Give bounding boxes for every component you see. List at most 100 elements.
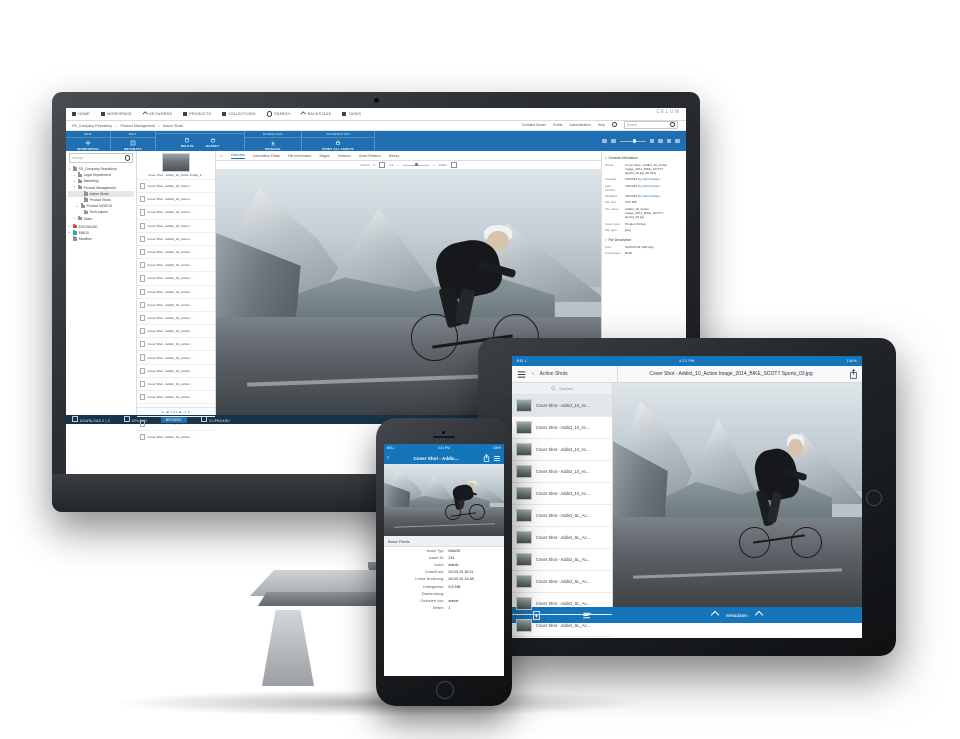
chevron-down-icon[interactable]: ▾ xyxy=(605,156,607,160)
chevron-up-icon[interactable] xyxy=(754,610,764,620)
user-name[interactable]: Christina Muner xyxy=(522,123,546,127)
list-item[interactable]: Cover Shot - Addict_SL_Action ... xyxy=(137,258,215,271)
asset-list-panel[interactable]: Cover Shot - Addict_10_Action Image_2...… xyxy=(137,151,216,440)
panel-right-icon[interactable] xyxy=(675,138,680,144)
administrator-link[interactable]: Administrator xyxy=(642,194,660,198)
chevron-left-icon[interactable]: ‹ xyxy=(532,371,534,377)
row-checkbox[interactable] xyxy=(140,354,146,361)
list-icon[interactable] xyxy=(517,370,526,379)
list-item[interactable]: Cover Shot - Addict_SL_Ac... xyxy=(512,549,612,571)
list-item[interactable]: Cover Shot - Addict_SL_Action ... xyxy=(137,390,215,403)
status-download[interactable]: DOWNLOAD 0 | 0 xyxy=(72,416,110,423)
chevron-right-icon[interactable]: ▸ xyxy=(68,231,71,234)
menu-item-tasks[interactable]: TASKS xyxy=(342,112,361,116)
row-checkbox[interactable] xyxy=(140,209,146,216)
list-icon[interactable] xyxy=(493,455,501,462)
list-item[interactable]: Cover Shot - Addict_SL_Action ... xyxy=(137,363,215,377)
pager-prev-icon[interactable]: ◀ xyxy=(166,410,168,414)
row-checkbox[interactable] xyxy=(140,380,146,387)
iphone-preview-image[interactable] xyxy=(384,464,504,536)
lookup-input[interactable]: Lookup xyxy=(69,153,133,163)
row-checkbox[interactable] xyxy=(140,328,146,335)
chevron-right-icon[interactable]: ▸ xyxy=(73,180,76,183)
panel-left-icon[interactable] xyxy=(666,138,672,144)
thumbnail-size-slider[interactable] xyxy=(619,139,646,143)
original-download-button[interactable]: Original xyxy=(259,138,287,153)
ipad-back-label[interactable]: Action Shots xyxy=(540,371,568,377)
list-item[interactable]: Cover Shot - Addict_SL_Ac... xyxy=(512,527,612,549)
list-item[interactable]: Cover Shot - Addict_10_Action ... xyxy=(137,192,215,205)
zoom-slider[interactable] xyxy=(403,163,430,167)
workspace-button[interactable]: Workspace xyxy=(71,138,104,153)
breadcrumb-item[interactable]: Action Shots xyxy=(163,124,183,128)
row-checkbox[interactable] xyxy=(140,288,146,295)
row-checkbox[interactable] xyxy=(140,222,146,229)
slider-knob[interactable] xyxy=(632,139,637,143)
selected-asset-thumbnail[interactable] xyxy=(162,153,190,172)
tab-information-fields[interactable]: Information Fields xyxy=(253,154,280,158)
menu-item-workspace[interactable]: WORKSPACE xyxy=(100,112,132,116)
list-item[interactable]: Cover Shot - Addict_10_Ac... xyxy=(512,439,612,461)
fullscreen-icon[interactable] xyxy=(450,161,457,169)
close-icon[interactable]: ✕ xyxy=(220,154,223,158)
tree-node-sales[interactable]: ▸ Sales xyxy=(68,215,134,222)
row-checkbox[interactable] xyxy=(140,262,146,269)
layout-detail-icon[interactable] xyxy=(658,138,663,144)
breadcrumb-item[interactable]: Product Management xyxy=(120,124,154,128)
list-item[interactable]: Cover Shot - Addict_10_Ac... xyxy=(512,461,612,483)
list-item[interactable]: Cover Shot - Addict_10_Action ... xyxy=(137,205,215,218)
ipad-preview-image[interactable] xyxy=(613,383,862,607)
chevron-left-icon[interactable]: ‹ xyxy=(387,455,389,461)
row-checkbox[interactable] xyxy=(140,394,146,401)
tab-asset-relation[interactable]: Asset Relation xyxy=(359,154,381,158)
list-item[interactable]: Cover Shot - Addict_10_Ac... xyxy=(512,483,612,505)
menu-item-products[interactable]: PRODUCTS xyxy=(183,112,211,116)
list-item[interactable]: Cover Shot - Addict_10_Ac... xyxy=(512,395,612,417)
share-icon[interactable] xyxy=(844,369,862,379)
row-checkbox[interactable] xyxy=(140,433,146,440)
list-item[interactable]: Cover Shot - Addict_SL_Action ... xyxy=(137,284,215,298)
layout-split-icon[interactable] xyxy=(649,138,655,144)
grid-view-icon[interactable] xyxy=(602,138,608,144)
ipad-home-button[interactable] xyxy=(866,490,882,506)
list-item[interactable]: Cover Shot - Addict_SL_Action ... xyxy=(137,271,215,284)
row-checkbox[interactable] xyxy=(140,314,146,322)
chevron-right-icon[interactable]: ▸ xyxy=(73,174,76,177)
row-checkbox[interactable] xyxy=(140,183,146,190)
file-description-section-title[interactable]: ▾ File Description xyxy=(605,238,683,242)
chevron-up-icon[interactable] xyxy=(710,610,720,620)
menu-item-backstage[interactable]: BACKSTAGE xyxy=(300,110,331,118)
chevron-right-icon[interactable]: ▸ xyxy=(68,225,71,228)
row-checkbox[interactable] xyxy=(140,341,146,348)
tree-node-sandbox[interactable]: Sandbox xyxy=(68,236,134,242)
chevron-right-icon[interactable]: ▸ xyxy=(76,205,79,208)
row-checkbox[interactable] xyxy=(140,420,146,427)
row-checkbox[interactable] xyxy=(140,196,146,203)
share-icon[interactable] xyxy=(483,454,490,462)
list-item[interactable]: Cover Shot - Addict_SL_Action ... xyxy=(137,376,215,390)
ipad-search-field[interactable]: Suchen xyxy=(512,383,612,395)
search-input[interactable]: Search xyxy=(624,120,678,129)
list-item[interactable]: Cover Shot - Addict_10_Action ... xyxy=(137,231,215,245)
list-detail-icon[interactable] xyxy=(582,611,592,620)
chevron-down-icon[interactable]: ▾ xyxy=(68,168,71,171)
basket-button[interactable]: Basket xyxy=(200,135,226,150)
administrator-link[interactable]: Administrator xyxy=(642,184,660,188)
tab-history[interactable]: History xyxy=(389,154,400,158)
ipad-metadata-control[interactable]: Metadaten xyxy=(612,610,862,620)
delete-button[interactable]: Delete xyxy=(175,135,200,150)
list-item[interactable]: Cover Shot - Addict_SL_Action ... xyxy=(137,297,215,311)
list-view-icon[interactable] xyxy=(611,138,616,144)
menu-item-search[interactable]: SEARCH xyxy=(266,111,291,117)
row-checkbox[interactable] xyxy=(140,275,146,282)
list-pager[interactable]: ⇤ ◀ 1 of 9 ▶ ⇥ ↻ xyxy=(137,407,215,415)
list-item[interactable]: Cover Shot - Addict_10_Action ... xyxy=(137,179,215,192)
refresh-icon[interactable]: ↻ xyxy=(188,410,190,414)
list-item[interactable]: Cover Shot - Addict_10_Action ... xyxy=(137,218,215,232)
power-icon[interactable] xyxy=(611,121,617,128)
tab-overview[interactable]: Overview xyxy=(230,153,245,159)
slider-knob[interactable] xyxy=(414,163,418,167)
pager-next-icon[interactable]: ▶ xyxy=(179,410,181,414)
chevron-down-icon[interactable]: ▾ xyxy=(374,163,376,167)
zoom-out-icon[interactable]: − xyxy=(397,163,399,167)
